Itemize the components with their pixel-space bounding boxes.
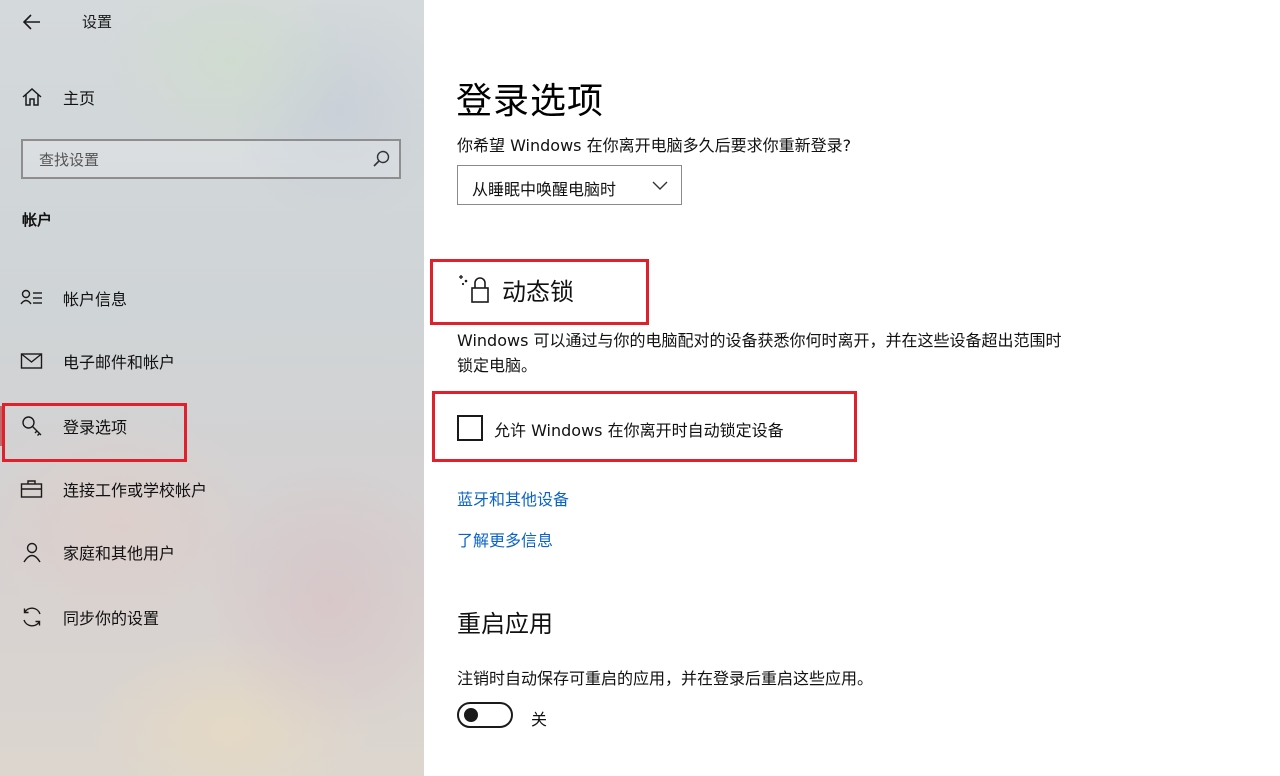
sidebar-item-account-info[interactable]: 帐户信息 [0, 278, 424, 318]
highlight-box-dynamic-lock [430, 259, 649, 325]
page-title: 登录选项 [456, 81, 605, 122]
sidebar-item-family[interactable]: 家庭和其他用户 [0, 532, 424, 572]
sidebar-item-email[interactable]: 电子邮件和帐户 [0, 341, 424, 381]
relogin-question: 你希望 Windows 在你离开电脑多久后要求你重新登录? [457, 136, 852, 155]
sidebar: 设置 主页 帐户 [0, 0, 424, 776]
restart-apps-description: 注销时自动保存可重启的应用，并在登录后重启这些应用。 [457, 669, 874, 688]
search-box[interactable] [21, 139, 401, 179]
home-icon [20, 85, 44, 109]
search-icon[interactable] [371, 149, 391, 169]
section-header-accounts: 帐户 [22, 211, 53, 229]
sidebar-item-home[interactable]: 主页 [0, 77, 424, 117]
highlight-box-checkbox [432, 391, 857, 462]
back-arrow-icon [23, 14, 40, 30]
dropdown-value: 从睡眠中唤醒电脑时 [472, 180, 617, 199]
back-button[interactable] [18, 8, 46, 36]
relogin-dropdown[interactable]: 从睡眠中唤醒电脑时 [457, 165, 682, 205]
sidebar-item-label: 主页 [63, 89, 96, 108]
dynamic-lock-description: Windows 可以通过与你的电脑配对的设备获悉你何时离开，并在这些设备超出范围… [457, 331, 1062, 375]
toggle-knob [464, 708, 478, 722]
learn-more-link[interactable]: 了解更多信息 [457, 527, 553, 551]
sidebar-item-label: 帐户信息 [63, 290, 128, 309]
search-input[interactable] [37, 148, 371, 172]
app-title: 设置 [82, 13, 113, 31]
briefcase-icon [20, 477, 44, 501]
sidebar-item-label: 同步你的设置 [63, 609, 160, 628]
chevron-down-icon [652, 181, 668, 190]
sidebar-item-sync[interactable]: 同步你的设置 [0, 597, 424, 637]
restart-apps-title: 重启应用 [457, 610, 553, 638]
main-content: 登录选项 你希望 Windows 在你离开电脑多久后要求你重新登录? 从睡眠中唤… [424, 0, 1280, 776]
sync-icon [20, 605, 44, 629]
person-icon [20, 540, 44, 564]
sidebar-item-work-school[interactable]: 连接工作或学校帐户 [0, 469, 424, 509]
restart-apps-toggle[interactable] [457, 702, 513, 728]
sidebar-item-label: 家庭和其他用户 [63, 544, 176, 563]
sidebar-item-label: 连接工作或学校帐户 [63, 481, 208, 500]
mail-icon [20, 349, 44, 373]
account-info-icon [20, 286, 44, 310]
highlight-box-sidebar [2, 403, 187, 462]
restart-apps-toggle-state: 关 [531, 710, 548, 729]
bluetooth-devices-link[interactable]: 蓝牙和其他设备 [457, 486, 569, 510]
settings-window: 设置 主页 帐户 [0, 0, 1280, 776]
sidebar-item-label: 电子邮件和帐户 [63, 353, 176, 372]
